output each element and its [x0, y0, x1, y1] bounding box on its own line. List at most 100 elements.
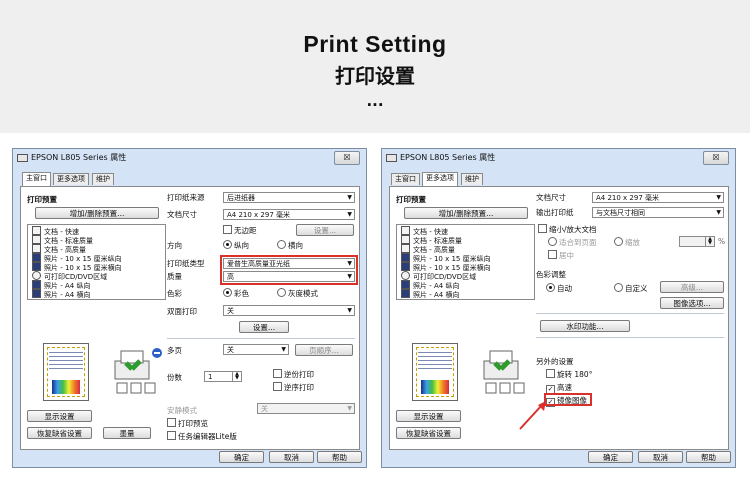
paper-source-label: 打印纸来源 [167, 193, 205, 202]
doc-size-label: 文档尺寸 [536, 193, 566, 202]
tab-maintenance[interactable]: 维护 [92, 173, 114, 185]
photo-icon [401, 280, 410, 289]
main-panel: 打印预置 增加/删除预置... 文档 - 快速 文档 - 标准质量 文档 - 高… [20, 186, 360, 450]
ok-button[interactable]: 确定 [588, 451, 633, 463]
tab-main[interactable]: 主窗口 [391, 173, 420, 185]
chevron-down-icon: ▼ [716, 194, 721, 201]
doc-size-select[interactable]: A4 210 x 297 毫米 ▼ [592, 192, 724, 203]
doc-size-select[interactable]: A4 210 x 297 毫米 ▼ [223, 209, 355, 220]
paper-source-select[interactable]: 后进纸器 ▼ [223, 192, 355, 203]
preset-list[interactable]: 文档 - 快速 文档 - 标准质量 文档 - 高质量 照片 - 10 x 15 … [27, 224, 166, 300]
preview-image [52, 380, 80, 394]
photo-icon [401, 253, 410, 262]
cancel-button[interactable]: 取消 [269, 451, 314, 463]
photo-icon [401, 262, 410, 271]
chevron-down-icon: ▼ [347, 194, 352, 201]
tab-more-options[interactable]: 更多选项 [422, 172, 458, 186]
duplex-settings-button[interactable]: 设置... [239, 321, 289, 333]
disc-icon [32, 271, 41, 280]
portrait-radio[interactable]: 纵向 [223, 240, 249, 251]
photo-icon [401, 289, 410, 298]
duplex-select[interactable]: 关 ▼ [223, 305, 355, 316]
photo-icon [32, 262, 41, 271]
fit-to-page-radio[interactable]: 适合到页面 [548, 237, 597, 248]
add-remove-preset-button[interactable]: 增加/删除预置... [404, 207, 528, 219]
photo-icon [32, 253, 41, 262]
color-correction-label: 色彩调整 [536, 270, 566, 279]
output-paper-select[interactable]: 与文档尺寸相同 ▼ [592, 207, 724, 218]
color-radio[interactable]: 彩色 [223, 288, 249, 299]
show-settings-button[interactable]: 显示设置 [396, 410, 461, 422]
auto-radio[interactable]: 自动 [546, 283, 572, 294]
list-item[interactable]: 照片 - A4 横向 [401, 289, 459, 300]
multipage-select[interactable]: 关 ▼ [223, 344, 289, 355]
stepper-arrows-icon[interactable]: ▲ ▼ [232, 372, 241, 381]
paper-type-label: 打印纸类型 [167, 259, 205, 268]
extra-settings-label: 另外的设置 [536, 357, 574, 366]
job-arranger-checkbox[interactable]: 任务编辑器Lite版 [167, 431, 237, 442]
grayscale-radio[interactable]: 灰度模式 [277, 288, 318, 299]
document-icon [401, 244, 410, 253]
quality-label: 质量 [167, 272, 182, 281]
borderless-checkbox[interactable]: 无边距 [223, 225, 257, 236]
orientation-label: 方向 [167, 241, 182, 250]
chevron-down-icon: ▼ [716, 209, 721, 216]
stepper-arrows-icon[interactable]: ▲ ▼ [705, 237, 714, 246]
settings-button[interactable]: 设置... [296, 224, 354, 236]
advanced-button[interactable]: 高级... [660, 281, 724, 293]
banner-title: Print Setting [303, 31, 447, 57]
print-preview-checkbox[interactable]: 打印预览 [167, 418, 208, 429]
copies-stepper[interactable]: 1 ▲ ▼ [204, 371, 242, 382]
highlight-box [220, 255, 358, 285]
ink-levels-button[interactable]: 墨量 [103, 427, 151, 439]
collate-checkbox[interactable]: 逆份打印 [273, 369, 314, 380]
help-button[interactable]: 帮助 [317, 451, 362, 463]
watermark-button[interactable]: 水印功能... [540, 320, 630, 332]
preset-heading: 打印预置 [27, 195, 57, 204]
quiet-mode-select[interactable]: 关 ▼ [257, 403, 355, 414]
preview-image [421, 380, 449, 394]
landscape-radio[interactable]: 横向 [277, 240, 303, 251]
cancel-button[interactable]: 取消 [638, 451, 683, 463]
image-options-button[interactable]: 图像选项... [660, 297, 724, 309]
restore-defaults-button[interactable]: 恢复缺省设置 [27, 427, 92, 439]
tab-main[interactable]: 主窗口 [22, 172, 51, 186]
show-settings-button[interactable]: 显示设置 [27, 410, 92, 422]
custom-radio[interactable]: 自定义 [614, 283, 648, 294]
center-checkbox[interactable]: 居中 [548, 250, 574, 261]
output-paper-label: 输出打印纸 [536, 208, 574, 217]
printer-icon [386, 153, 397, 162]
tab-maintenance[interactable]: 维护 [461, 173, 483, 185]
printer-icon [17, 153, 28, 162]
chevron-down-icon: ▼ [347, 211, 352, 218]
banner-subtitle: 打印设置 [335, 64, 415, 88]
document-icon [32, 235, 41, 244]
color-label: 色彩 [167, 289, 182, 298]
add-remove-preset-button[interactable]: 增加/删除预置... [35, 207, 159, 219]
highlight-box [544, 393, 592, 406]
chevron-down-icon: ▼ [281, 346, 286, 353]
copies-label: 份数 [167, 373, 182, 382]
close-button[interactable]: ☒ [703, 151, 729, 165]
window-title: EPSON L805 Series 属性 [17, 152, 126, 163]
preset-list[interactable]: 文档 - 快速 文档 - 标准质量 文档 - 高质量 照片 - 10 x 15 … [396, 224, 535, 300]
multipage-label: 多页 [167, 346, 182, 355]
banner-dots: ... [366, 92, 384, 110]
rotate-180-checkbox[interactable]: 旋转 180° [546, 369, 592, 380]
close-button[interactable]: ☒ [334, 151, 360, 165]
zoom-radio[interactable]: 缩放 [614, 237, 640, 248]
reverse-order-checkbox[interactable]: 逆序打印 [273, 382, 314, 393]
zoom-stepper[interactable]: ▲ ▼ [679, 236, 715, 247]
list-item[interactable]: 照片 - A4 横向 [32, 289, 90, 300]
preset-heading: 打印预置 [396, 195, 426, 204]
printer-output-icon [114, 348, 162, 394]
restore-defaults-button[interactable]: 恢复缺省设置 [396, 427, 461, 439]
chevron-down-icon: ▼ [347, 307, 352, 314]
page-order-button[interactable]: 页顺序... [295, 344, 353, 356]
ok-button[interactable]: 确定 [219, 451, 264, 463]
help-button[interactable]: 帮助 [686, 451, 731, 463]
tab-more-options[interactable]: 更多选项 [53, 173, 89, 185]
window-title: EPSON L805 Series 属性 [386, 152, 495, 163]
reduce-enlarge-checkbox[interactable]: 缩小/放大文档 [538, 224, 597, 235]
document-icon [32, 244, 41, 253]
